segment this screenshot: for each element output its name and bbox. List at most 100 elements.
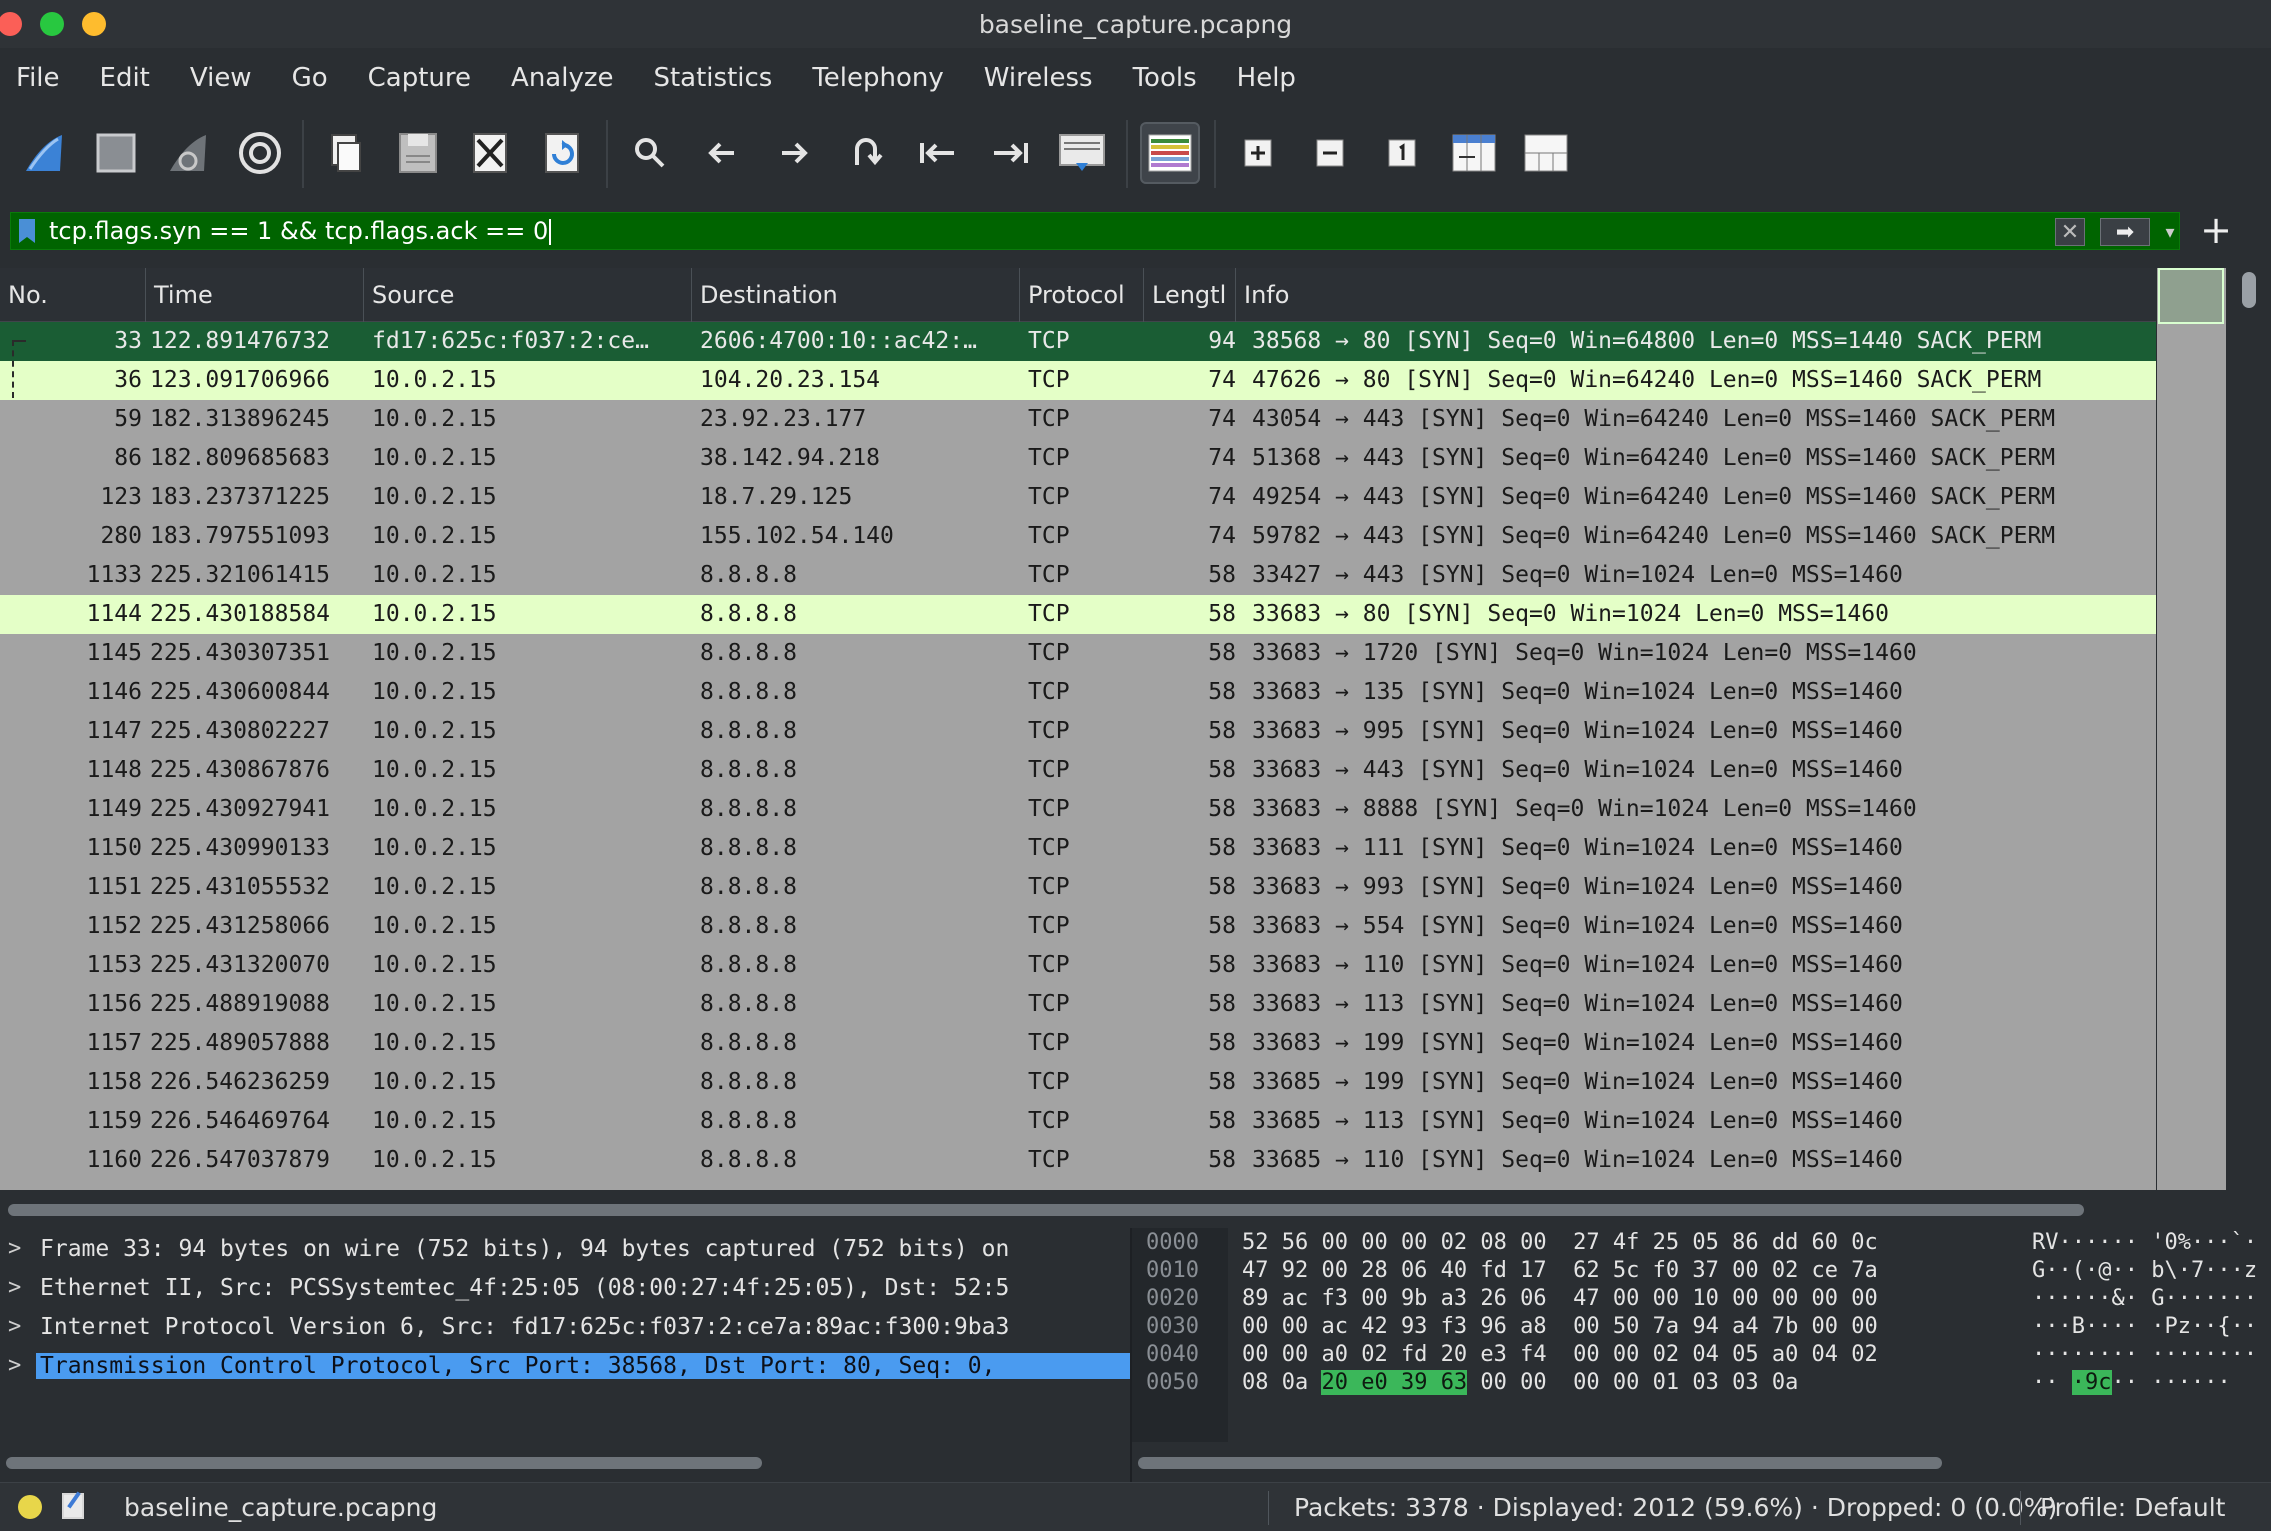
chevron-right-icon[interactable]: > (8, 1353, 21, 1378)
column-header-source[interactable]: Source (364, 268, 692, 322)
column-header-length[interactable]: Lengtl (1144, 268, 1236, 322)
table-row[interactable]: 1145 225.430307351 10.0.2.15 8.8.8.8 TCP… (0, 634, 2156, 673)
packet-list-header: No. Time Source Destination Protocol Len… (0, 268, 2156, 322)
menu-telephony[interactable]: Telephony (812, 63, 943, 93)
table-row[interactable]: 1151 225.431055532 10.0.2.15 8.8.8.8 TCP… (0, 868, 2156, 907)
table-row[interactable]: 1152 225.431258066 10.0.2.15 8.8.8.8 TCP… (0, 907, 2156, 946)
cell-no: 1159 (86, 1108, 142, 1134)
shark-fin-start-icon[interactable] (14, 122, 74, 184)
table-row[interactable]: 1158 226.546236259 10.0.2.15 8.8.8.8 TCP… (0, 1063, 2156, 1102)
cell-info: 33683 → 443 [SYN] Seq=0 Win=1024 Len=0 M… (1252, 757, 1903, 783)
table-row[interactable]: 1146 225.430600844 10.0.2.15 8.8.8.8 TCP… (0, 673, 2156, 712)
table-row[interactable]: 1150 225.430990133 10.0.2.15 8.8.8.8 TCP… (0, 829, 2156, 868)
vertical-scroll-thumb[interactable] (2242, 272, 2256, 308)
open-file-icon[interactable] (316, 122, 376, 184)
normal-size-icon[interactable] (1372, 122, 1432, 184)
profile-selector[interactable]: Profile: Default (2040, 1493, 2225, 1522)
chevron-right-icon[interactable]: > (8, 1236, 21, 1261)
arrow-left-icon[interactable] (692, 122, 752, 184)
column-header-info[interactable]: Info (1236, 268, 2156, 322)
search-icon[interactable] (620, 122, 680, 184)
chevron-right-icon[interactable]: > (8, 1314, 21, 1339)
shark-fin-restart-icon[interactable] (158, 122, 218, 184)
chevron-right-icon[interactable]: > (8, 1275, 21, 1300)
first-packet-icon[interactable] (908, 122, 968, 184)
column-header-protocol[interactable]: Protocol (1020, 268, 1144, 322)
cell-time: 225.430802227 (150, 718, 331, 744)
display-filter-input[interactable]: tcp.flags.syn == 1 && tcp.flags.ack == 0 (10, 212, 2180, 250)
colorize-icon[interactable] (1140, 122, 1200, 184)
menu-edit[interactable]: Edit (100, 63, 150, 93)
menu-file[interactable]: File (16, 63, 60, 93)
stop-square-icon[interactable] (86, 122, 146, 184)
horizontal-scroll-thumb[interactable] (1138, 1457, 1942, 1469)
tree-item-ipv6[interactable]: > Internet Protocol Version 6, Src: fd17… (0, 1308, 1130, 1346)
cell-protocol: TCP (1028, 952, 1070, 978)
apply-filter-icon[interactable]: ➡ (2100, 218, 2150, 246)
menu-wireless[interactable]: Wireless (984, 63, 1093, 93)
menu-go[interactable]: Go (292, 63, 328, 93)
column-header-no[interactable]: No. (0, 268, 146, 322)
autoscroll-icon[interactable] (1052, 122, 1112, 184)
table-row[interactable]: 1157 225.489057888 10.0.2.15 8.8.8.8 TCP… (0, 1024, 2156, 1063)
tree-item-ethernet[interactable]: > Ethernet II, Src: PCSSystemtec_4f:25:0… (0, 1269, 1130, 1307)
table-row[interactable]: 123 183.237371225 10.0.2.15 18.7.29.125 … (0, 478, 2156, 517)
column-header-time[interactable]: Time (146, 268, 364, 322)
horizontal-scroll-thumb[interactable] (8, 1204, 2084, 1216)
minimap-viewport[interactable] (2158, 268, 2224, 324)
zoom-in-icon[interactable] (1228, 122, 1288, 184)
reload-file-icon[interactable] (532, 122, 592, 184)
menu-bar: File Edit View Go Capture Analyze Statis… (0, 48, 2271, 108)
table-row[interactable]: 33 122.891476732 fd17:625c:f037:2:ce… 26… (0, 322, 2156, 361)
hex-group: 62 5c f0 37 00 02 ce 7a (1573, 1258, 1878, 1283)
close-file-icon[interactable] (460, 122, 520, 184)
column-header-destination[interactable]: Destination (692, 268, 1020, 322)
capture-comment-icon[interactable] (62, 1493, 84, 1519)
table-row[interactable]: 1149 225.430927941 10.0.2.15 8.8.8.8 TCP… (0, 790, 2156, 829)
gear-options-icon[interactable] (230, 122, 290, 184)
resize-columns-icon[interactable] (1444, 122, 1504, 184)
arrow-right-icon[interactable] (764, 122, 824, 184)
cell-no: 1147 (86, 718, 142, 744)
cell-source: 10.0.2.15 (372, 367, 497, 393)
menu-statistics[interactable]: Statistics (653, 63, 772, 93)
tree-item-frame[interactable]: > Frame 33: 94 bytes on wire (752 bits),… (0, 1230, 1130, 1268)
table-row[interactable]: 1156 225.488919088 10.0.2.15 8.8.8.8 TCP… (0, 985, 2156, 1024)
cell-destination: 8.8.8.8 (700, 562, 797, 588)
horizontal-scroll-thumb[interactable] (6, 1457, 762, 1469)
packet-list[interactable]: No. Time Source Destination Protocol Len… (0, 268, 2156, 1190)
table-row[interactable]: 1159 226.546469764 10.0.2.15 8.8.8.8 TCP… (0, 1102, 2156, 1141)
table-row[interactable]: 1144 225.430188584 10.0.2.15 8.8.8.8 TCP… (0, 595, 2156, 634)
table-row[interactable]: 59 182.313896245 10.0.2.15 23.92.23.177 … (0, 400, 2156, 439)
table-row[interactable]: 86 182.809685683 10.0.2.15 38.142.94.218… (0, 439, 2156, 478)
table-row[interactable]: 36 123.091706966 10.0.2.15 104.20.23.154… (0, 361, 2156, 400)
menu-analyze[interactable]: Analyze (511, 63, 613, 93)
menu-help[interactable]: Help (1237, 63, 1296, 93)
table-row[interactable]: 280 183.797551093 10.0.2.15 155.102.54.1… (0, 517, 2156, 556)
cell-destination: 18.7.29.125 (700, 484, 853, 510)
packet-list-vertical-scrollbar[interactable] (2226, 268, 2271, 1190)
expert-info-led-icon[interactable] (18, 1495, 42, 1519)
menu-tools[interactable]: Tools (1133, 63, 1197, 93)
go-to-packet-icon[interactable] (836, 122, 896, 184)
save-file-icon[interactable] (388, 122, 448, 184)
menu-capture[interactable]: Capture (368, 63, 471, 93)
table-row[interactable]: 1133 225.321061415 10.0.2.15 8.8.8.8 TCP… (0, 556, 2156, 595)
packet-details-tree[interactable]: > Frame 33: 94 bytes on wire (752 bits),… (0, 1228, 1130, 1442)
layout-icon[interactable] (1516, 122, 1576, 184)
table-row[interactable]: 1153 225.431320070 10.0.2.15 8.8.8.8 TCP… (0, 946, 2156, 985)
menu-view[interactable]: View (190, 63, 252, 93)
last-packet-icon[interactable] (980, 122, 1040, 184)
tree-item-tcp[interactable]: > Transmission Control Protocol, Src Por… (0, 1347, 1130, 1385)
packet-bytes-pane[interactable]: 0000 52 56 00 00 00 02 08 00 27 4f 25 05… (1132, 1228, 2271, 1442)
table-row[interactable]: 1160 226.547037879 10.0.2.15 8.8.8.8 TCP… (0, 1141, 2156, 1180)
packet-minimap[interactable] (2156, 268, 2226, 1190)
add-filter-button[interactable]: + (2196, 208, 2236, 252)
zoom-out-icon[interactable] (1300, 122, 1360, 184)
table-row[interactable]: 1147 225.430802227 10.0.2.15 8.8.8.8 TCP… (0, 712, 2156, 751)
chevron-down-icon[interactable]: ▾ (2160, 218, 2180, 246)
table-row[interactable]: 1148 225.430867876 10.0.2.15 8.8.8.8 TCP… (0, 751, 2156, 790)
cell-source: 10.0.2.15 (372, 484, 497, 510)
clear-filter-icon[interactable]: ✕ (2055, 218, 2085, 246)
bookmark-icon[interactable] (19, 219, 35, 243)
